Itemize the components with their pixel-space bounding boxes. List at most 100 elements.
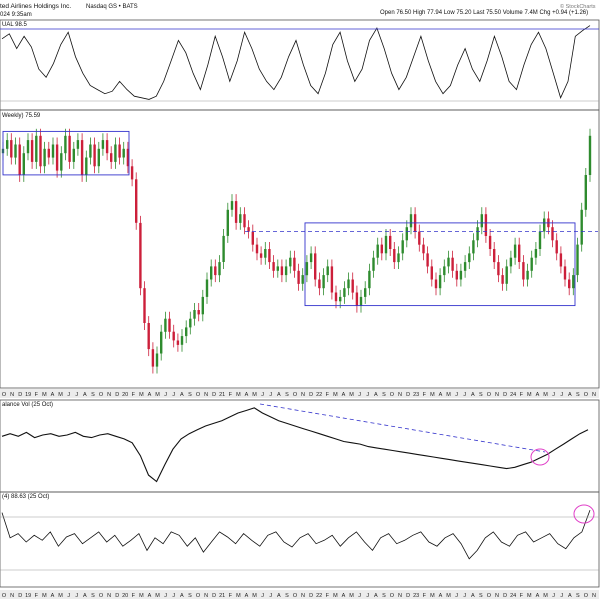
price-candle-body <box>501 275 504 284</box>
time-axis-tick-label: M <box>58 392 63 398</box>
time-axis-tick-label: O <box>584 392 589 398</box>
time-axis-tick-label: M <box>252 593 257 599</box>
price-candle-body <box>443 266 446 276</box>
price-candle-body <box>218 262 221 276</box>
price-candle-body <box>505 266 508 284</box>
price-candle-body <box>568 279 571 289</box>
price-candle-body <box>118 144 121 158</box>
price-candle-body <box>176 340 180 345</box>
time-axis-tick-label: J <box>366 392 369 398</box>
price-candle-body <box>301 275 304 284</box>
time-axis-tick-label: A <box>51 593 55 599</box>
price-candle-body <box>305 262 309 276</box>
time-axis-tick-label: O <box>99 593 104 599</box>
price-candle-body <box>393 249 396 263</box>
price-candle-body <box>430 266 433 280</box>
time-axis-tick-label: J <box>552 392 555 398</box>
time-axis-tick-label: M <box>139 593 144 599</box>
time-axis-tick-label: A <box>148 593 152 599</box>
time-axis-tick-label: S <box>285 392 289 398</box>
time-axis-tick-label: 23 <box>413 593 419 599</box>
time-axis-tick-label: A <box>148 392 152 398</box>
price-candle-body <box>151 349 155 367</box>
time-axis-tick-label: O <box>293 392 298 398</box>
price-candle-body <box>85 157 88 175</box>
time-axis-tick-label: M <box>430 593 435 599</box>
price-candle-body <box>326 266 329 276</box>
price-candle-body <box>497 262 500 276</box>
time-axis-tick-label: D <box>115 392 119 398</box>
time-axis-tick-label: S <box>479 392 483 398</box>
price-candle-body <box>222 235 225 262</box>
time-axis-tick-label: N <box>495 593 499 599</box>
price-candle-body <box>322 275 325 289</box>
price-candle-body <box>372 257 375 271</box>
price-candle-body <box>168 318 171 332</box>
price-candle-body <box>160 331 163 354</box>
price-candle-body <box>189 318 192 328</box>
time-axis-tick-label: M <box>446 593 451 599</box>
price-candle-body <box>518 244 521 262</box>
price-candle-body <box>284 266 288 276</box>
price-candle-body <box>334 292 338 302</box>
time-axis-tick-label: M <box>430 392 435 398</box>
price-candle-body <box>22 153 25 175</box>
time-axis-tick-label: A <box>471 392 475 398</box>
time-axis-tick-label: N <box>495 392 499 398</box>
stock-chart: ted Airlines Holdings Inc. Nasdaq GS • B… <box>0 0 600 600</box>
time-axis-tick-label: M <box>527 593 532 599</box>
price-candle-body <box>376 244 379 258</box>
price-candle-body <box>563 266 567 280</box>
price-candle-body <box>347 279 350 289</box>
price-candle-body <box>80 140 84 175</box>
time-axis-tick-label: J <box>560 392 563 398</box>
time-axis-tick-label: O <box>2 392 7 398</box>
time-axis-tick-label: N <box>301 392 305 398</box>
time-axis-tick-label: J <box>269 593 272 599</box>
time-axis-tick-label: M <box>446 392 451 398</box>
time-axis-tick-label: N <box>301 593 305 599</box>
time-axis-tick-label: M <box>155 392 160 398</box>
price-candle-body <box>293 257 296 271</box>
price-candle-body <box>130 166 134 180</box>
time-axis-tick-label: N <box>10 593 14 599</box>
price-candle-body <box>76 140 80 149</box>
price-candle-body <box>526 270 529 280</box>
price-candle-body <box>276 266 279 271</box>
time-axis-tick-label: J <box>269 392 272 398</box>
time-axis-tick-label: J <box>172 392 175 398</box>
time-axis-tick-label: S <box>91 392 95 398</box>
time-axis-tick-label: M <box>333 593 338 599</box>
time-axis-tick-label: D <box>503 392 507 398</box>
price-candle-body <box>480 214 483 228</box>
price-candle-body <box>488 235 492 249</box>
time-axis-tick-label: A <box>342 392 346 398</box>
price-candle-body <box>551 227 554 241</box>
time-axis-tick-label: N <box>398 392 402 398</box>
time-axis-tick-label: M <box>155 593 160 599</box>
time-axis-tick-label: M <box>543 593 548 599</box>
price-candle-body <box>39 135 42 167</box>
price-candle-body <box>51 144 55 158</box>
time-axis-tick-label: A <box>180 593 184 599</box>
price-candle-body <box>343 288 346 297</box>
price-candle-body <box>314 253 317 280</box>
time-axis-tick-label: D <box>212 593 216 599</box>
time-axis-tick-label: N <box>592 392 596 398</box>
time-axis-tick-label: 22 <box>316 392 322 398</box>
time-axis-tick-label: 23 <box>413 392 419 398</box>
price-candle-body <box>351 279 354 293</box>
time-axis-tick-label: J <box>366 593 369 599</box>
price-candle-body <box>185 327 188 337</box>
time-axis-tick-label: M <box>42 593 47 599</box>
time-axis-tick-label: S <box>382 593 386 599</box>
time-axis-tick-label: M <box>42 392 47 398</box>
price-candle-body <box>484 214 488 236</box>
price-candle-body <box>364 288 367 297</box>
price-candle-body <box>405 227 408 241</box>
time-axis-tick-label: J <box>463 593 466 599</box>
price-candle-body <box>576 244 579 276</box>
price-candle-body <box>584 175 587 210</box>
price-time-axis: O N D 19 F M A M J J A S O N D 20 F M A M J J A S O N D 21 F M A M J J A S O… <box>0 389 599 398</box>
price-candle-body <box>397 253 400 263</box>
